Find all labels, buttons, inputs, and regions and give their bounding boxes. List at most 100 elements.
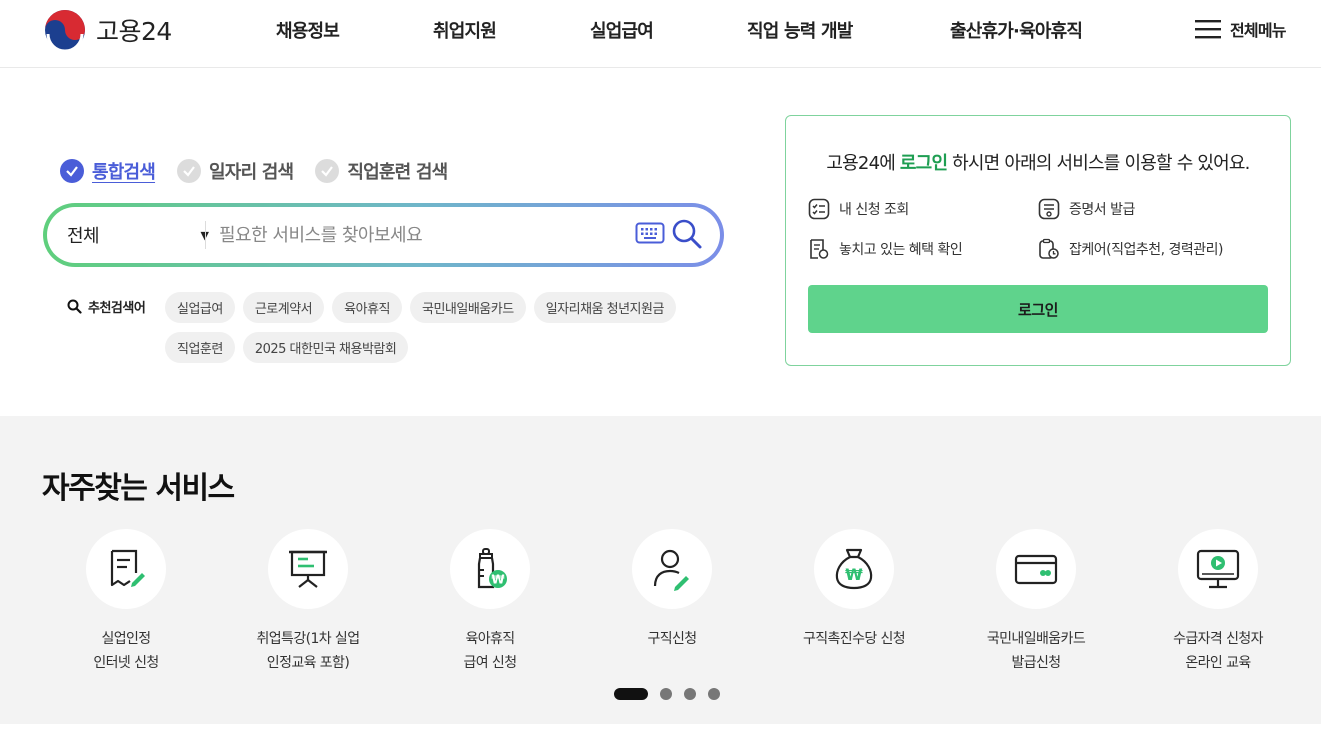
service-job-application[interactable]: 구직신청 (587, 529, 757, 651)
search-icon (67, 299, 82, 314)
pager-dot-2[interactable] (660, 688, 672, 700)
nav-item-jobs[interactable]: 채용정보 (276, 17, 340, 43)
money-bag-won-icon: ₩ (835, 548, 873, 590)
check-circle-icon (60, 159, 84, 183)
service-icon-circle: ₩ (814, 529, 894, 609)
clipboard-clock-icon (1039, 238, 1059, 259)
logo-text: 고용24 (96, 17, 172, 46)
keyword-chip[interactable]: 일자리채움 청년지원금 (533, 292, 676, 323)
document-pen-icon (110, 549, 145, 587)
search-icon[interactable] (671, 218, 703, 254)
service-label: 잡케어(직업추천, 경력관리) (1069, 242, 1224, 258)
service-icon-circle (996, 529, 1076, 609)
service-certificate[interactable]: 증명서 발급 (1038, 198, 1135, 220)
tab-job-search[interactable]: 일자리 검색 (177, 158, 294, 184)
recommended-title: 추천검색어 (67, 297, 146, 316)
carousel-pager (614, 688, 720, 700)
search-bar: 전체 ▼ (43, 203, 724, 267)
service-name: 실업인정 인터넷 신청 (41, 627, 211, 675)
keyword-chip[interactable]: 국민내일배움카드 (410, 292, 526, 323)
service-name-line1: 실업인정 (101, 631, 151, 647)
nav-item-parental-leave[interactable]: 출산휴가·육아휴직 (950, 17, 1083, 43)
service-label: 내 신청 조회 (839, 202, 909, 218)
pager-dot-3[interactable] (684, 688, 696, 700)
section-title: 자주찾는 서비스 (42, 471, 235, 506)
service-missed-benefits[interactable]: 놓치고 있는 혜택 확인 (808, 238, 963, 260)
checklist-icon (808, 198, 830, 220)
nav-item-employment-support[interactable]: 취업지원 (433, 17, 497, 43)
login-panel: 고용24에 로그인 하시면 아래의 서비스를 이용할 수 있어요. 내 신청 조… (785, 115, 1291, 366)
keyword-chip[interactable]: 2025 대한민국 채용박람회 (242, 332, 409, 363)
service-name-line1: 수급자격 신청자 (1173, 631, 1263, 647)
service-jobcare[interactable]: 잡케어(직업추천, 경력관리) (1038, 238, 1224, 260)
service-name-line1: 구직신청 (647, 631, 697, 647)
search-divider (205, 221, 206, 249)
keyword-chip[interactable]: 근로계약서 (242, 292, 325, 323)
search-bar-inner: 전체 ▼ (47, 207, 720, 263)
keyword-chip[interactable]: 실업급여 (165, 292, 235, 323)
site-header: 고용24 채용정보 취업지원 실업급여 직업 능력 개발 출산휴가·육아휴직 전… (0, 0, 1321, 68)
service-icon-circle (268, 529, 348, 609)
service-name: 구직촉진수당 신청 (769, 627, 939, 651)
keyword-chip[interactable]: 직업훈련 (165, 332, 235, 363)
tab-integrated-search[interactable]: 통합검색 (60, 158, 156, 184)
all-menu-label: 전체메뉴 (1230, 21, 1286, 40)
service-name-line2: 급여 신청 (463, 655, 518, 671)
service-label: 증명서 발급 (1069, 202, 1135, 218)
service-icon-circle (632, 529, 712, 609)
search-tabs: 통합검색 일자리 검색 직업훈련 검색 (60, 158, 448, 184)
service-name-line1: 구직촉진수당 신청 (802, 631, 906, 647)
service-icon-circle (86, 529, 166, 609)
login-button[interactable]: 로그인 (808, 285, 1268, 333)
tab-label: 일자리 검색 (209, 162, 294, 183)
frequent-services-section: 자주찾는 서비스 실업인정 인터넷 신청 취업특강(1차 실업 인정교육 포함)… (0, 416, 1321, 724)
service-name-line2: 발급신청 (1011, 655, 1061, 671)
pager-dot-4[interactable] (708, 688, 720, 700)
search-scope-value: 전체 (67, 226, 100, 247)
tab-training-search[interactable]: 직업훈련 검색 (315, 158, 448, 184)
service-name: 수급자격 신청자 온라인 교육 (1133, 627, 1303, 675)
taegeuk-logo-icon (45, 10, 85, 51)
nav-item-vocational-training[interactable]: 직업 능력 개발 (747, 17, 853, 43)
search-input[interactable] (219, 215, 619, 255)
check-circle-icon (315, 159, 340, 183)
service-online-education[interactable]: 수급자격 신청자 온라인 교육 (1133, 529, 1303, 675)
service-job-seeking-allowance[interactable]: ₩ 구직촉진수당 신청 (769, 529, 939, 651)
service-name-line2: 온라인 교육 (1185, 655, 1251, 671)
service-name-line1: 육아휴직 (465, 631, 515, 647)
service-icon-circle: ₩ (450, 529, 530, 609)
site-logo[interactable]: 고용24 (44, 9, 172, 51)
service-name: 구직신청 (587, 627, 757, 651)
service-name-line2: 인터넷 신청 (93, 655, 159, 671)
service-unemployment-recognition[interactable]: 실업인정 인터넷 신청 (41, 529, 211, 675)
login-message-suffix: 하시면 아래의 서비스를 이용할 수 있어요. (947, 153, 1250, 174)
tab-label: 직업훈련 검색 (347, 162, 448, 183)
svg-text:₩: ₩ (845, 565, 863, 584)
hamburger-icon (1195, 20, 1221, 39)
service-parental-leave-benefit[interactable]: ₩ 육아휴직 급여 신청 (405, 529, 575, 675)
service-my-applications[interactable]: 내 신청 조회 (808, 198, 909, 220)
service-name-line1: 국민내일배움카드 (986, 631, 1086, 647)
service-name: 육아휴직 급여 신청 (405, 627, 575, 675)
service-icon-circle (1178, 529, 1258, 609)
service-name: 국민내일배움카드 발급신청 (951, 627, 1121, 675)
service-name-line1: 취업특강(1차 실업 (256, 631, 361, 647)
tab-label: 통합검색 (92, 162, 156, 183)
login-message-prefix: 고용24에 (826, 153, 900, 174)
baby-bottle-won-icon: ₩ (477, 548, 507, 589)
check-circle-icon (177, 159, 202, 183)
keyword-chip[interactable]: 육아휴직 (332, 292, 402, 323)
certificate-icon (1038, 198, 1060, 220)
search-scope-select[interactable]: 전체 ▼ (67, 207, 209, 263)
person-pen-icon (653, 549, 689, 591)
presentation-board-icon (289, 550, 327, 588)
all-menu-button[interactable]: 전체메뉴 (1194, 17, 1286, 41)
service-name-line2: 인정교육 포함) (266, 655, 350, 671)
nav-item-unemployment-benefit[interactable]: 실업급여 (590, 17, 654, 43)
service-learning-card[interactable]: 국민내일배움카드 발급신청 (951, 529, 1121, 675)
login-message: 고용24에 로그인 하시면 아래의 서비스를 이용할 수 있어요. (786, 149, 1290, 175)
pager-dot-1[interactable] (614, 688, 648, 700)
monitor-play-icon (1196, 549, 1240, 589)
service-employment-lecture[interactable]: 취업특강(1차 실업 인정교육 포함) (223, 529, 393, 675)
virtual-keyboard-icon[interactable] (635, 222, 665, 248)
